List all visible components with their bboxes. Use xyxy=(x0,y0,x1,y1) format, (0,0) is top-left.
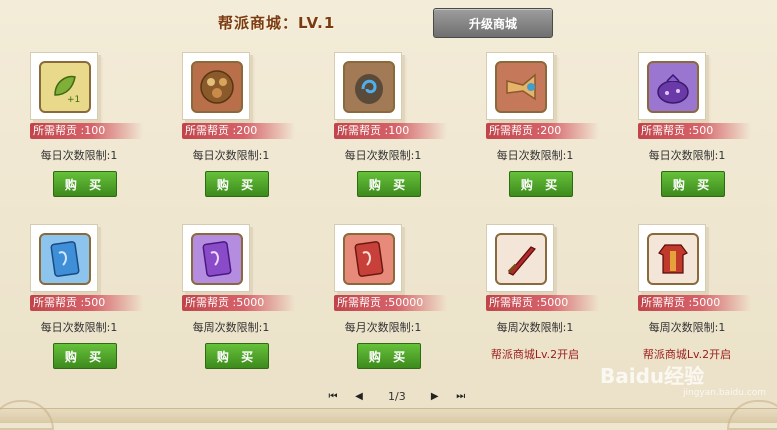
item-icon-frame xyxy=(30,224,98,292)
purchase-limit: 每周次数限制:1 xyxy=(648,321,726,334)
item-icon-frame xyxy=(486,224,554,292)
buy-button[interactable]: 购 买 xyxy=(205,171,269,197)
purchase-limit: 每日次数限制:1 xyxy=(648,149,726,162)
buy-button[interactable]: 购 买 xyxy=(205,343,269,369)
shop-item-card: 所需帮贡 :200 每日次数限制:1 购 买 xyxy=(476,45,599,210)
red-talisman-icon xyxy=(343,233,395,285)
item-icon-frame xyxy=(334,52,402,120)
cloud-decoration xyxy=(727,400,777,430)
purchase-limit: 每日次数限制:1 xyxy=(344,149,422,162)
cloud-decoration xyxy=(0,400,54,430)
contribution-cost: 所需帮贡 :5000 xyxy=(638,295,751,311)
contribution-cost: 所需帮贡 :500 xyxy=(638,123,751,139)
contribution-cost: 所需帮贡 :200 xyxy=(182,123,295,139)
shop-item-card: 所需帮贡 :50000 每月次数限制:1 购 买 xyxy=(324,217,447,382)
buy-button[interactable]: 购 买 xyxy=(357,343,421,369)
purchase-limit: 每周次数限制:1 xyxy=(192,321,270,334)
panel-bottom-border xyxy=(0,408,777,423)
item-icon-frame: +1 xyxy=(30,52,98,120)
shop-item-card: 所需帮贡 :5000 每周次数限制:1 帮派商城Lv.2开启 xyxy=(476,217,599,382)
contribution-cost: 所需帮贡 :100 xyxy=(30,123,143,139)
contribution-cost: 所需帮贡 :100 xyxy=(334,123,447,139)
purchase-limit: 每日次数限制:1 xyxy=(192,149,270,162)
purchase-limit: 每周次数限制:1 xyxy=(496,321,574,334)
purchase-limit: 每日次数限制:1 xyxy=(40,149,118,162)
contribution-cost: 所需帮贡 :5000 xyxy=(486,295,599,311)
blue-stone-icon xyxy=(343,61,395,113)
item-icon-frame xyxy=(638,52,706,120)
watermark-logo: Baidu经验 xyxy=(600,364,705,388)
purchase-limit: 每日次数限制:1 xyxy=(40,321,118,334)
contribution-cost: 所需帮贡 :200 xyxy=(486,123,599,139)
svg-text:+1: +1 xyxy=(67,95,80,105)
green-leaf-icon: +1 xyxy=(39,61,91,113)
contribution-cost: 所需帮贡 :50000 xyxy=(334,295,447,311)
watermark-url: jingyan.baidu.com xyxy=(683,388,767,398)
item-icon-frame xyxy=(182,224,250,292)
purchase-limit: 每月次数限制:1 xyxy=(344,321,422,334)
shop-item-card: +1 所需帮贡 :100 每日次数限制:1 购 买 xyxy=(20,45,143,210)
shop-item-card: 所需帮贡 :5000 每周次数限制:1 购 买 xyxy=(172,217,295,382)
last-page-icon[interactable]: ⏭ xyxy=(454,389,468,403)
shop-panel: 帮派商城：LV.1 升级商城 +1 所需帮贡 :100 每日次数限制:1 购 买… xyxy=(0,0,777,430)
purple-bag-icon xyxy=(647,61,699,113)
pagination: ⏮ ◀ 1/3 ▶ ⏭ xyxy=(326,388,468,404)
item-icon-frame xyxy=(182,52,250,120)
shop-title: 帮派商城：LV.1 xyxy=(218,14,336,32)
shop-item-card: 所需帮贡 :500 每日次数限制:1 购 买 xyxy=(20,217,143,382)
contribution-cost: 所需帮贡 :5000 xyxy=(182,295,295,311)
red-sword-icon xyxy=(495,233,547,285)
contribution-cost: 所需帮贡 :500 xyxy=(30,295,143,311)
item-icon-frame xyxy=(638,224,706,292)
buy-button[interactable]: 购 买 xyxy=(509,171,573,197)
buy-button[interactable]: 购 买 xyxy=(53,343,117,369)
buy-button[interactable]: 购 买 xyxy=(53,171,117,197)
next-page-icon[interactable]: ▶ xyxy=(428,389,442,403)
page-indicator: 1/3 xyxy=(388,389,406,403)
purchase-limit: 每日次数限制:1 xyxy=(496,149,574,162)
first-page-icon[interactable]: ⏮ xyxy=(326,389,340,403)
buy-button[interactable]: 购 买 xyxy=(661,171,725,197)
blue-talisman-icon xyxy=(39,233,91,285)
food-platter-icon xyxy=(191,61,243,113)
shop-item-card: 所需帮贡 :5000 每周次数限制:1 帮派商城Lv.2开启 xyxy=(628,217,751,382)
prev-page-icon[interactable]: ◀ xyxy=(352,389,366,403)
shop-item-card: 所需帮贡 :200 每日次数限制:1 购 买 xyxy=(172,45,295,210)
item-icon-frame xyxy=(334,224,402,292)
upgrade-shop-button[interactable]: 升级商城 xyxy=(433,8,553,38)
buy-button[interactable]: 购 买 xyxy=(357,171,421,197)
shop-item-card: 所需帮贡 :100 每日次数限制:1 购 买 xyxy=(324,45,447,210)
unlock-requirement: 帮派商城Lv.2开启 xyxy=(490,348,580,361)
red-armor-icon xyxy=(647,233,699,285)
shop-item-card: 所需帮贡 :500 每日次数限制:1 购 买 xyxy=(628,45,751,210)
horn-icon xyxy=(495,61,547,113)
purple-talisman-icon xyxy=(191,233,243,285)
item-icon-frame xyxy=(486,52,554,120)
